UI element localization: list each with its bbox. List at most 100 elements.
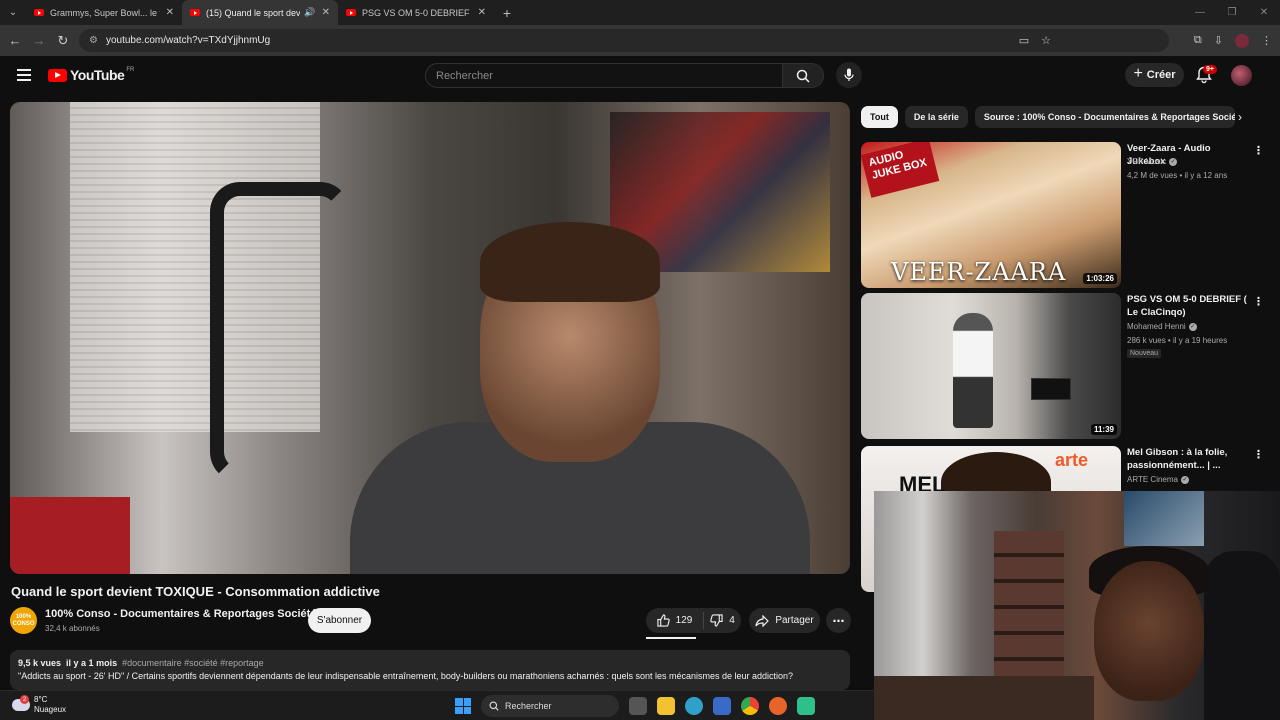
reload-icon[interactable]: ↻ [51, 33, 75, 49]
hashtags[interactable]: #documentaire #société #reportage [122, 658, 264, 668]
video-thumbnail[interactable]: AUDIO JUKE BOX VEER-ZAARA 1:03:26 [861, 142, 1121, 288]
webcam-poster [1124, 491, 1204, 546]
cast-icon[interactable]: ▭ [1019, 34, 1029, 47]
temperature: 8°C [34, 695, 48, 704]
youtube-favicon-icon [346, 9, 356, 16]
browser-tab[interactable]: PSG VS OM 5-0 DEBRIEF ( Le Cl ✕ [338, 0, 494, 25]
tab-close-icon[interactable]: ✕ [478, 7, 486, 18]
notification-badge: 9+ [1203, 65, 1217, 74]
like-count: 129 [675, 615, 693, 626]
dislike-button[interactable]: 4 [704, 614, 741, 627]
extensions-icon[interactable]: ⧉ [1194, 34, 1202, 47]
taskbar-apps: Rechercher [455, 695, 815, 717]
recommendation-title[interactable]: PSG VS OM 5-0 DEBRIEF ( Le ClaCinqo) [1127, 293, 1251, 319]
weather-alert-badge: 2 [20, 695, 29, 704]
more-actions-button[interactable]: ⋯ [826, 608, 851, 633]
tab-close-icon[interactable]: ✕ [166, 7, 174, 18]
store-icon[interactable] [713, 697, 731, 715]
duration-badge: 11:39 [1090, 424, 1117, 435]
minimize-icon[interactable]: — [1184, 0, 1216, 25]
voice-search-button[interactable] [836, 62, 862, 88]
tab-close-icon[interactable]: ✕ [322, 7, 330, 18]
site-info-icon[interactable]: ⚙ [89, 35, 98, 46]
verified-icon: ✓ [1180, 475, 1189, 484]
video-frame-books [10, 497, 130, 574]
browser-tab-active[interactable]: (15) Quand le sport devient 🔊 ✕ [182, 0, 338, 25]
forward-icon[interactable]: → [27, 33, 51, 48]
more-vert-icon[interactable]: ⋮ [1253, 295, 1264, 308]
bookmark-star-icon[interactable]: ☆ [1041, 34, 1051, 47]
more-vert-icon[interactable]: ⋮ [1253, 144, 1264, 157]
video-thumbnail[interactable]: 11:39 [861, 293, 1121, 439]
country-code: FR [126, 67, 135, 73]
recommendation-title[interactable]: Mel Gibson : à la folie, passionnément..… [1127, 446, 1251, 472]
channel-name[interactable]: 100% Conso - Documentaires & Reportages … [45, 608, 316, 620]
recommendation-channel[interactable]: YRF Music ✓ [1127, 157, 1178, 166]
youtube-favicon-icon [190, 9, 200, 16]
thumbnail-person [953, 313, 993, 428]
account-avatar[interactable] [1231, 65, 1252, 86]
tab-title: Grammys, Super Bowl... le triomp [50, 7, 160, 18]
recommendation-channel[interactable]: Mohamed Henni ✓ [1127, 322, 1197, 331]
new-tab-button[interactable]: + [494, 0, 520, 25]
close-window-icon[interactable]: ✕ [1248, 0, 1280, 25]
video-player[interactable] [10, 102, 850, 574]
view-count: 9,5 k vues [18, 658, 62, 668]
create-button[interactable]: + Créer [1125, 63, 1184, 87]
description-meta: 9,5 k vues il y a 1 mois #documentaire #… [18, 658, 842, 668]
search-icon [489, 701, 499, 711]
like-button[interactable]: 129 [646, 612, 704, 629]
edge-icon[interactable] [685, 697, 703, 715]
profile-avatar-icon[interactable] [1235, 33, 1249, 48]
back-icon[interactable]: ← [3, 33, 27, 48]
url-bar[interactable]: ⚙ youtube.com/watch?v=TXdYjjhnmUg ▭ ☆ [79, 29, 1169, 52]
weather-widget[interactable]: 2 8°C Nuageux [12, 695, 66, 715]
webcam-chair [1204, 551, 1280, 720]
maximize-icon[interactable]: ❐ [1216, 0, 1248, 25]
subscribe-button[interactable]: S'abonner [308, 608, 371, 633]
chip-all[interactable]: Tout [861, 106, 898, 128]
audio-playing-icon[interactable]: 🔊 [304, 7, 315, 18]
microphone-icon [844, 68, 854, 81]
menu-icon[interactable] [17, 69, 31, 81]
youtube-logo[interactable]: YouTube FR [48, 67, 134, 83]
share-label: Partager [775, 615, 814, 626]
browser-tab[interactable]: Grammys, Super Bowl... le triomp ✕ [26, 0, 182, 25]
chevron-right-icon[interactable]: › [1238, 110, 1242, 124]
taskbar-search[interactable]: Rechercher [481, 695, 619, 717]
address-bar-row: ← → ↻ ⚙ youtube.com/watch?v=TXdYjjhnmUg … [0, 25, 1280, 56]
description-box[interactable]: 9,5 k vues il y a 1 mois #documentaire #… [10, 650, 850, 690]
more-vert-icon[interactable]: ⋮ [1253, 448, 1264, 461]
filter-chips: Tout De la série Source : 100% Conso - D… [861, 106, 1235, 128]
recommendation-meta: 286 k vues • il y a 19 heures [1127, 336, 1228, 345]
share-button[interactable]: Partager [749, 608, 820, 633]
logo-text: YouTube [70, 67, 125, 83]
firefox-icon[interactable] [769, 697, 787, 715]
recommendation-item[interactable]: AUDIO JUKE BOX VEER-ZAARA 1:03:26 Veer-Z… [861, 142, 1264, 290]
chrome-icon[interactable] [741, 697, 759, 715]
video-title: Quand le sport devient TOXIQUE - Consomm… [11, 584, 380, 599]
thumbs-down-icon [710, 614, 723, 627]
url-text[interactable]: youtube.com/watch?v=TXdYjjhnmUg [106, 35, 270, 46]
subscriber-count: 32,4 k abonnés [45, 624, 100, 633]
recommendation-item[interactable]: 11:39 PSG VS OM 5-0 DEBRIEF ( Le ClaCinq… [861, 293, 1264, 441]
file-explorer-icon[interactable] [657, 697, 675, 715]
downloads-icon[interactable]: ⇩ [1214, 34, 1223, 47]
chip-series[interactable]: De la série [904, 106, 968, 128]
chip-source[interactable]: Source : 100% Conso - Documentaires & Re… [974, 106, 1235, 128]
search-button[interactable] [783, 63, 824, 88]
plus-icon: + [1133, 65, 1143, 82]
browser-menu-icon[interactable]: ⋮ [1261, 34, 1272, 47]
tab-search-button[interactable]: ⌄ [0, 0, 26, 25]
verified-icon: ✓ [1188, 322, 1197, 331]
arte-logo: arte [1055, 450, 1089, 470]
task-view-icon[interactable] [629, 697, 647, 715]
recommendation-channel[interactable]: ARTE Cinema ✓ [1127, 475, 1189, 484]
search-input[interactable]: Rechercher [425, 63, 783, 88]
thumbnail-caption: AUDIO JUKE BOX [861, 142, 940, 198]
app-icon[interactable] [797, 697, 815, 715]
like-dislike-group: 129 4 [646, 608, 741, 639]
browser-tab-strip: ⌄ Grammys, Super Bowl... le triomp ✕ (15… [0, 0, 1280, 25]
channel-avatar[interactable]: 100% CONSO [10, 607, 37, 634]
windows-start-icon[interactable] [455, 698, 471, 714]
